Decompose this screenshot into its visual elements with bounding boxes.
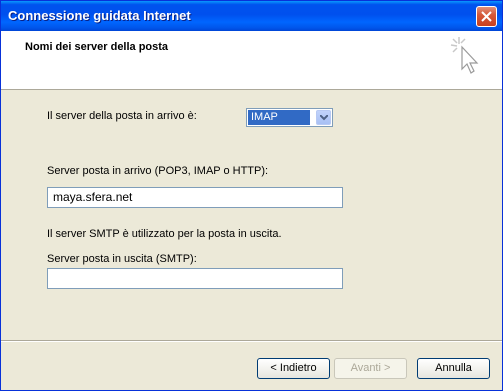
incoming-server-label: Server posta in arrivo (POP3, IMAP o HTT…: [47, 165, 269, 177]
chevron-down-icon: [320, 115, 328, 121]
window-title: Connessione guidata Internet: [8, 8, 191, 23]
incoming-type-label: Il server della posta in arrivo è:: [47, 110, 197, 122]
wizard-header: Nomi dei server della posta: [1, 31, 502, 90]
smtp-note: Il server SMTP è utilizzato per la posta…: [47, 228, 282, 240]
next-button[interactable]: Avanti >: [334, 358, 407, 379]
dropdown-button[interactable]: [316, 110, 331, 125]
incoming-type-select[interactable]: IMAP: [246, 108, 333, 127]
incoming-type-value: IMAP: [248, 110, 310, 125]
close-button[interactable]: [476, 6, 497, 27]
title-bar[interactable]: Connessione guidata Internet: [1, 1, 502, 31]
close-icon: [481, 11, 492, 22]
incoming-server-input[interactable]: maya.sfera.net: [47, 187, 343, 208]
cursor-sparkle-icon: [450, 37, 479, 74]
outgoing-server-input[interactable]: [47, 268, 343, 289]
page-title: Nomi dei server della posta: [25, 41, 169, 53]
button-separator: [1, 340, 502, 342]
back-button[interactable]: < Indietro: [257, 358, 330, 379]
outgoing-server-label: Server posta in uscita (SMTP):: [47, 253, 197, 265]
cancel-button[interactable]: Annulla: [417, 358, 490, 379]
wizard-window: Connessione guidata Internet Nomi dei se…: [0, 0, 503, 391]
